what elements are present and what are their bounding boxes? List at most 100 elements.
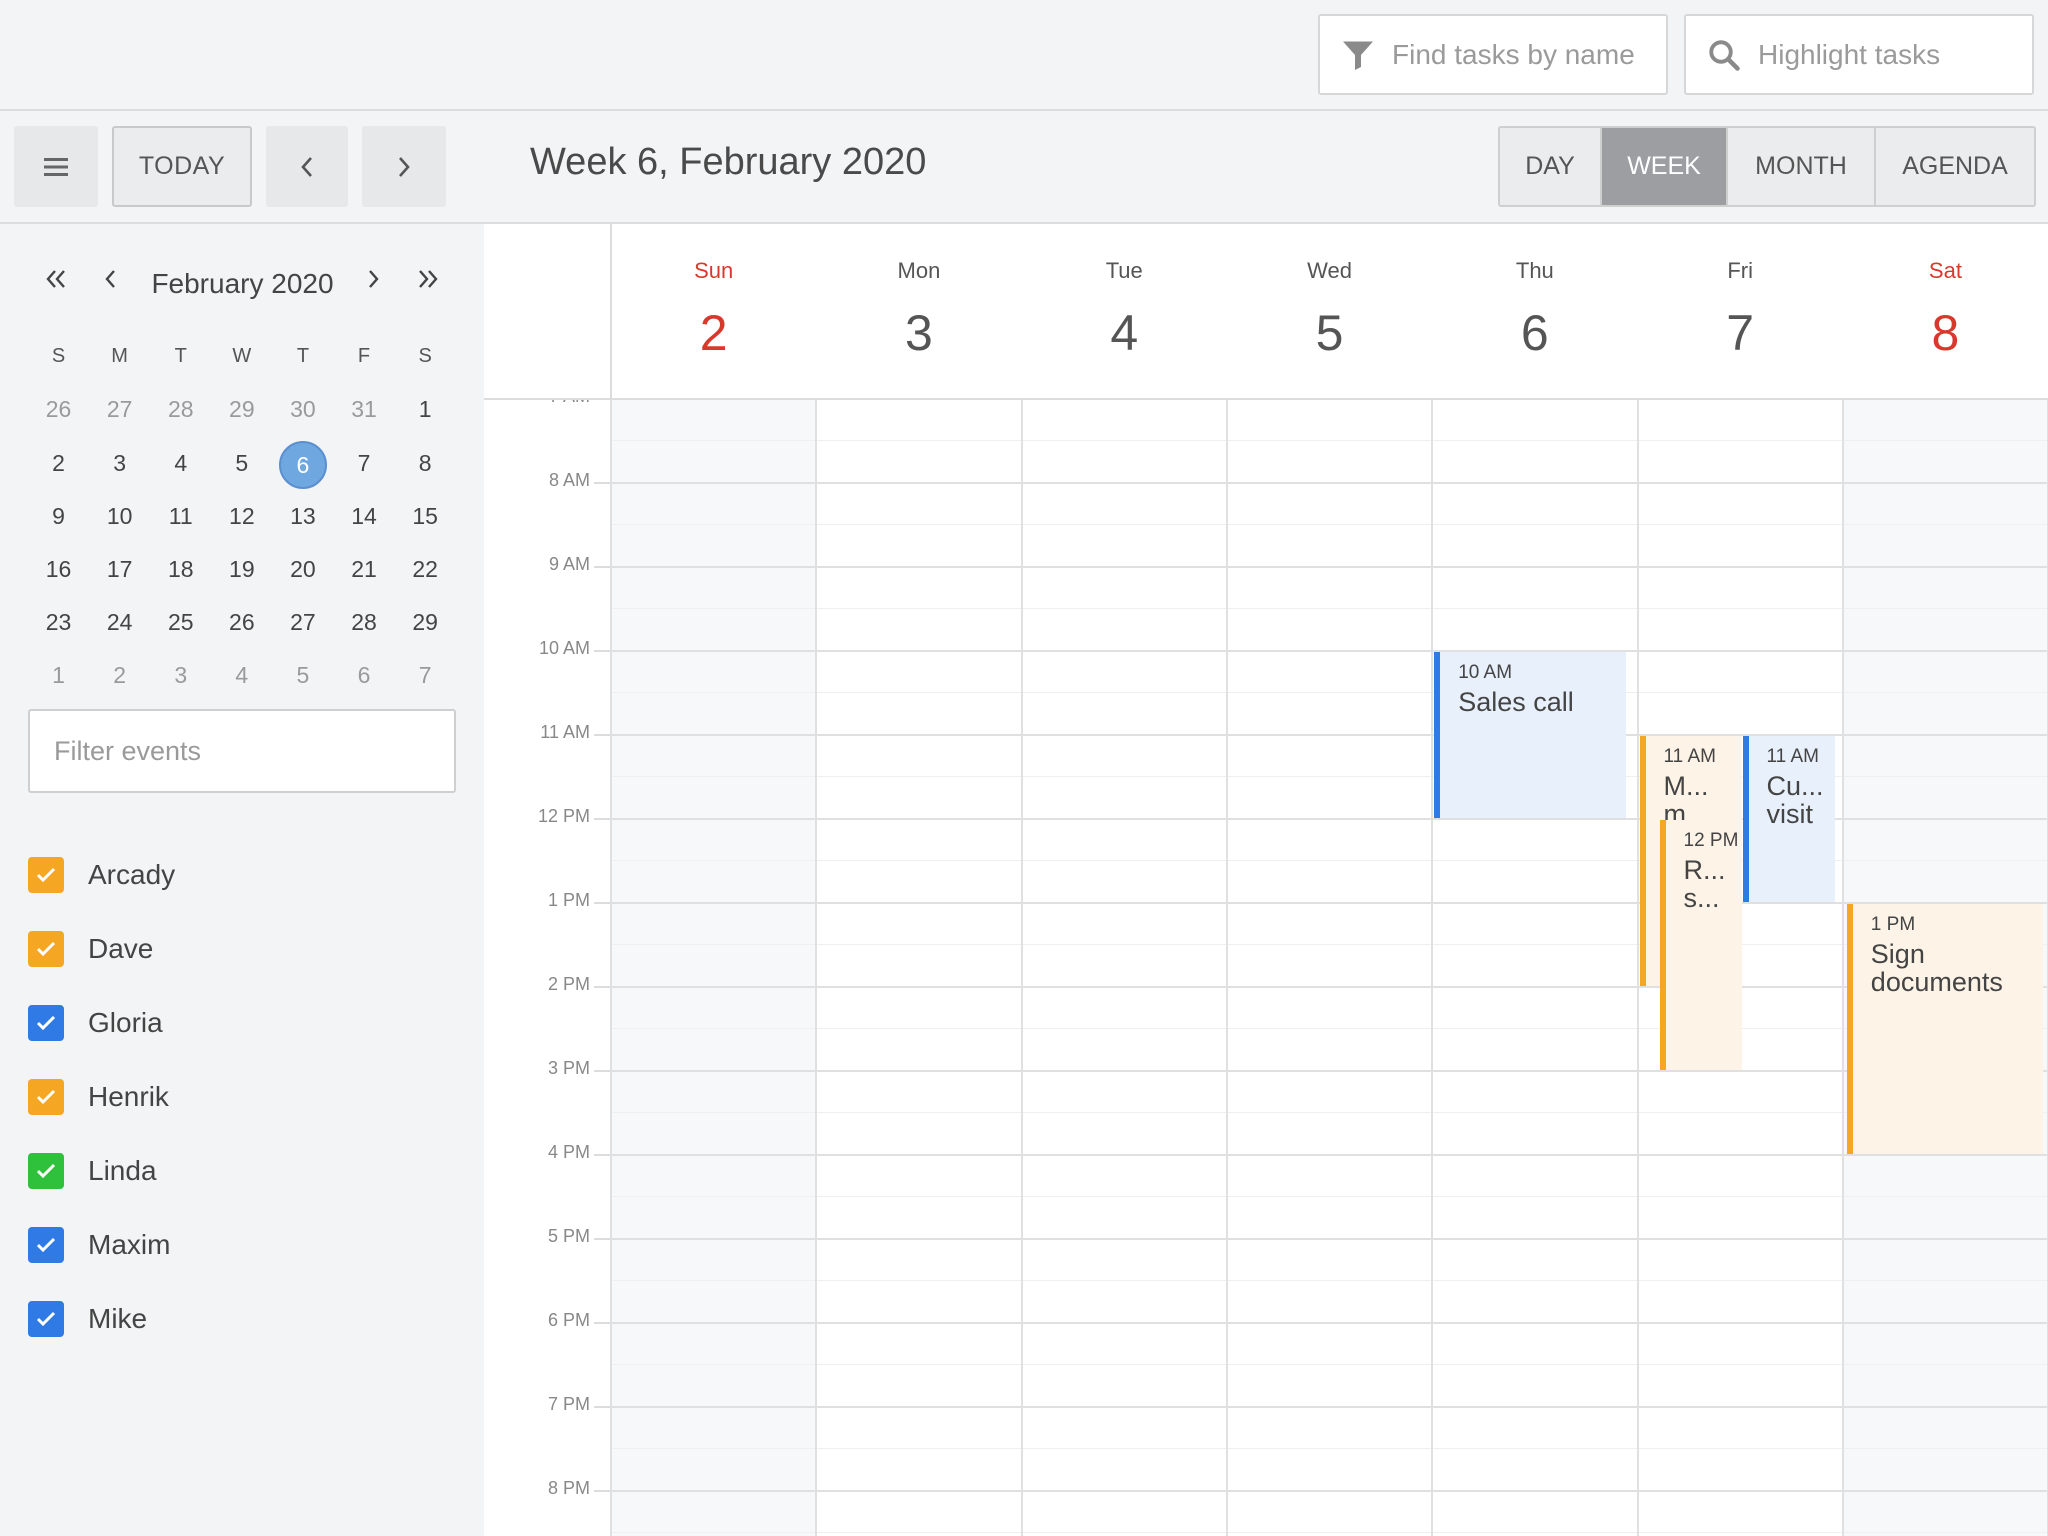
mini-day[interactable]: 7 xyxy=(333,441,394,485)
person-checkbox[interactable] xyxy=(28,1005,64,1041)
mini-day[interactable]: 28 xyxy=(150,387,211,431)
mini-day[interactable]: 13 xyxy=(272,494,333,538)
day-header-tue[interactable]: Tue 4 xyxy=(1022,224,1227,400)
mini-day[interactable]: 1 xyxy=(395,387,456,431)
mini-day[interactable]: 20 xyxy=(272,547,333,591)
mini-day[interactable]: 6 xyxy=(333,653,394,697)
today-button[interactable]: TODAY xyxy=(112,126,252,207)
checkmark-icon xyxy=(36,867,56,883)
mini-day[interactable]: 26 xyxy=(28,387,89,431)
mini-day[interactable]: 25 xyxy=(150,600,211,644)
mini-day[interactable]: 4 xyxy=(211,653,272,697)
mini-day[interactable]: 31 xyxy=(333,387,394,431)
mini-day[interactable]: 24 xyxy=(89,600,150,644)
mini-day[interactable]: 23 xyxy=(28,600,89,644)
next-month-button[interactable] xyxy=(354,264,394,298)
person-filter-dave[interactable]: Dave xyxy=(28,912,458,986)
mini-day[interactable]: 17 xyxy=(89,547,150,591)
next-week-button[interactable] xyxy=(362,126,446,207)
day-name: Tue xyxy=(1105,258,1143,283)
calendar-event[interactable]: 12 PM R... s... xyxy=(1659,820,1742,1070)
mini-day[interactable]: 14 xyxy=(333,494,394,538)
hour-gridline xyxy=(611,1490,2048,1492)
day-header-sun[interactable]: Sun 2 xyxy=(611,224,816,400)
prev-week-button[interactable] xyxy=(266,126,348,207)
mini-day-label: 1 xyxy=(52,661,65,688)
mini-day[interactable]: 4 xyxy=(150,441,211,485)
mini-day[interactable]: 2 xyxy=(89,653,150,697)
calendar-event[interactable]: 10 AM Sales call xyxy=(1434,652,1627,818)
mini-day[interactable]: 27 xyxy=(272,600,333,644)
prev-year-button[interactable] xyxy=(36,264,76,298)
mini-day[interactable]: 21 xyxy=(333,547,394,591)
day-header-fri[interactable]: Fri 7 xyxy=(1638,224,1843,400)
mini-day[interactable]: 30 xyxy=(272,387,333,431)
mini-day[interactable]: 10 xyxy=(89,494,150,538)
filter-events-input[interactable]: Filter events xyxy=(28,709,456,793)
view-day-button[interactable]: DAY xyxy=(1500,128,1602,205)
chevron-right-icon xyxy=(399,156,410,177)
menu-button[interactable] xyxy=(14,126,98,207)
view-agenda-button[interactable]: AGENDA xyxy=(1876,128,2034,205)
mini-day[interactable]: 9 xyxy=(28,494,89,538)
hour-gridline xyxy=(611,1154,2048,1156)
person-filter-henrik[interactable]: Henrik xyxy=(28,1060,458,1134)
mini-day[interactable]: 1 xyxy=(28,653,89,697)
hour-tick xyxy=(594,1154,610,1156)
person-filter-gloria[interactable]: Gloria xyxy=(28,986,458,1060)
highlight-tasks-input[interactable]: Highlight tasks xyxy=(1684,14,2034,95)
person-checkbox[interactable] xyxy=(28,1079,64,1115)
person-checkbox[interactable] xyxy=(28,857,64,893)
mini-day[interactable]: 22 xyxy=(395,547,456,591)
person-filter-linda[interactable]: Linda xyxy=(28,1134,458,1208)
mini-day[interactable]: 7 xyxy=(395,653,456,697)
person-filter-mike[interactable]: Mike xyxy=(28,1282,458,1356)
person-checkbox[interactable] xyxy=(28,1301,64,1337)
mini-day[interactable]: 2 xyxy=(28,441,89,485)
calendar-event[interactable]: 11 AM Cu... visit xyxy=(1742,736,1835,902)
mini-day[interactable]: 5 xyxy=(211,441,272,485)
person-checkbox[interactable] xyxy=(28,931,64,967)
mini-day[interactable]: 18 xyxy=(150,547,211,591)
mini-day[interactable]: 6 xyxy=(272,440,333,489)
mini-day[interactable]: 3 xyxy=(150,653,211,697)
mini-day[interactable]: 8 xyxy=(395,441,456,485)
mini-day[interactable]: 5 xyxy=(272,653,333,697)
day-header-thu[interactable]: Thu 6 xyxy=(1432,224,1637,400)
view-month-button[interactable]: MONTH xyxy=(1728,128,1876,205)
find-tasks-input[interactable]: Find tasks by name xyxy=(1318,14,1668,95)
mini-day-label: 14 xyxy=(351,502,377,529)
event-title: Cu... visit xyxy=(1766,771,1824,829)
mini-day-label: 7 xyxy=(357,449,371,476)
day-number: 5 xyxy=(1315,305,1344,361)
person-filter-maxim[interactable]: Maxim xyxy=(28,1208,458,1282)
hour-tick xyxy=(594,482,610,484)
calendar-event[interactable]: 1 PM Sign documents xyxy=(1846,904,2043,1154)
mini-day[interactable]: 16 xyxy=(28,547,89,591)
half-hour-gridline xyxy=(611,944,2048,945)
mini-week-row: 2 3 4 5 6 7 8 xyxy=(28,436,456,489)
mini-day-label: 7 xyxy=(418,661,432,688)
mini-day[interactable]: 27 xyxy=(89,387,150,431)
mini-day[interactable]: 11 xyxy=(150,494,211,538)
mini-day[interactable]: 26 xyxy=(211,600,272,644)
hour-label: 8 PM xyxy=(547,1478,590,1498)
person-name: Gloria xyxy=(88,1007,163,1038)
mini-day[interactable]: 3 xyxy=(89,441,150,485)
person-filter-arcady[interactable]: Arcady xyxy=(28,838,458,912)
day-header-mon[interactable]: Mon 3 xyxy=(816,224,1021,400)
mini-day[interactable]: 28 xyxy=(333,600,394,644)
day-header-wed[interactable]: Wed 5 xyxy=(1227,224,1432,400)
view-week-button[interactable]: WEEK xyxy=(1602,128,1728,205)
mini-day[interactable]: 29 xyxy=(211,387,272,431)
mini-week-row: 26 27 28 29 30 31 1 xyxy=(28,382,456,436)
person-checkbox[interactable] xyxy=(28,1153,64,1189)
day-header-sat[interactable]: Sat 8 xyxy=(1843,224,2048,400)
mini-day[interactable]: 12 xyxy=(211,494,272,538)
mini-day[interactable]: 29 xyxy=(395,600,456,644)
prev-month-button[interactable] xyxy=(90,264,130,298)
mini-day[interactable]: 15 xyxy=(395,494,456,538)
person-checkbox[interactable] xyxy=(28,1227,64,1263)
next-year-button[interactable] xyxy=(408,264,448,298)
mini-day[interactable]: 19 xyxy=(211,547,272,591)
